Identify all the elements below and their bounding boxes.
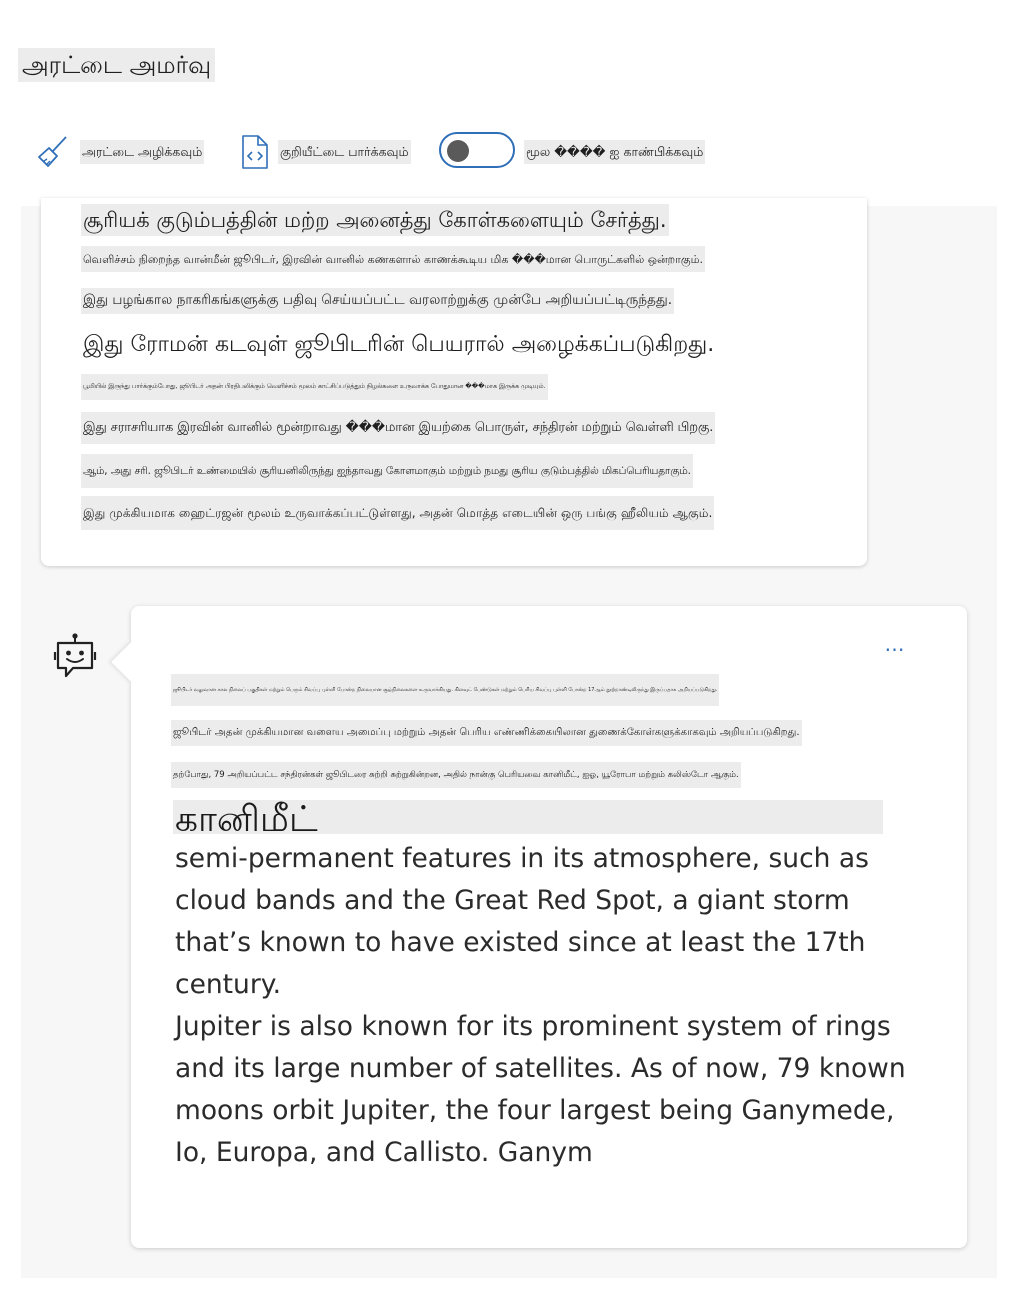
bot-message-card: … ஜூபிடர் வலுவான கால நிலைப் பகுதிகள் மற்…: [111, 606, 967, 1248]
message-paragraph: semi-permanent features in its atmospher…: [175, 843, 869, 1000]
user-message-card: சூரியக் குடும்பத்தின் மற்ற அனைத்து கோள்க…: [41, 198, 867, 566]
message-line: இது சராசரியாக இரவின் வானில் மூன்றாவது ��…: [81, 412, 716, 444]
bot-avatar: [53, 632, 97, 684]
message-line: தற்போது, 79 அறியப்பட்ட சந்திரன்கள் ஜூபிட…: [171, 762, 741, 788]
message-line: ஆம், அது சரி. ஜூபிடர் உண்மையில் சூரியனில…: [81, 454, 693, 488]
chat-toolbar: அரட்டை அழிக்கவும் குறியீட்டை பார்க்கவும்…: [0, 128, 1014, 176]
broom-icon[interactable]: [36, 134, 72, 170]
message-line: ஜூபிடர் அதன் முக்கியமான வளைய அமைப்பு மற்…: [171, 720, 802, 746]
show-source-toggle[interactable]: [439, 132, 515, 168]
message-line: சூரியக் குடும்பத்தின் மற்ற அனைத்து கோள்க…: [81, 204, 669, 236]
section-heading: கானிமீட்: [175, 799, 318, 840]
show-source-label: மூல ���� ஐ காண்பிக்கவும்: [524, 140, 706, 164]
message-line: பூமியில் இருந்து பார்க்கும்போது, ஜூபிடர்…: [81, 374, 548, 400]
code-file-icon[interactable]: [240, 134, 270, 170]
message-line: இது ரோமன் கடவுள் ஜூபிடரின் பெயரால் அழைக்…: [83, 332, 715, 357]
message-line: இது முக்கியமாக ஹைட்ரஜன் மூலம் உருவாக்கப்…: [81, 496, 715, 530]
clear-chat-button[interactable]: அரட்டை அழிக்கவும்: [80, 140, 205, 164]
message-line: இது பழங்கால நாகரிகங்களுக்கு பதிவு செய்யப…: [81, 288, 675, 314]
more-options-button[interactable]: …: [879, 634, 911, 658]
toggle-knob: [447, 140, 469, 162]
message-paragraph: Jupiter is also known for its prominent …: [175, 1011, 906, 1168]
chat-history[interactable]: சூரியக் குடும்பத்தின் மற்ற அனைத்து கோள்க…: [21, 198, 997, 1278]
page-title: அரட்டை அமர்வு: [18, 48, 216, 82]
robot-icon: [53, 633, 97, 688]
message-line: வெளிச்சம் நிறைந்த வான்மீன் ஜூபிடர், இரவி…: [81, 246, 705, 272]
view-code-button[interactable]: குறியீட்டை பார்க்கவும்: [278, 140, 411, 164]
message-line: ஜூபிடர் வலுவான கால நிலைப் பகுதிகள் மற்று…: [171, 674, 720, 706]
